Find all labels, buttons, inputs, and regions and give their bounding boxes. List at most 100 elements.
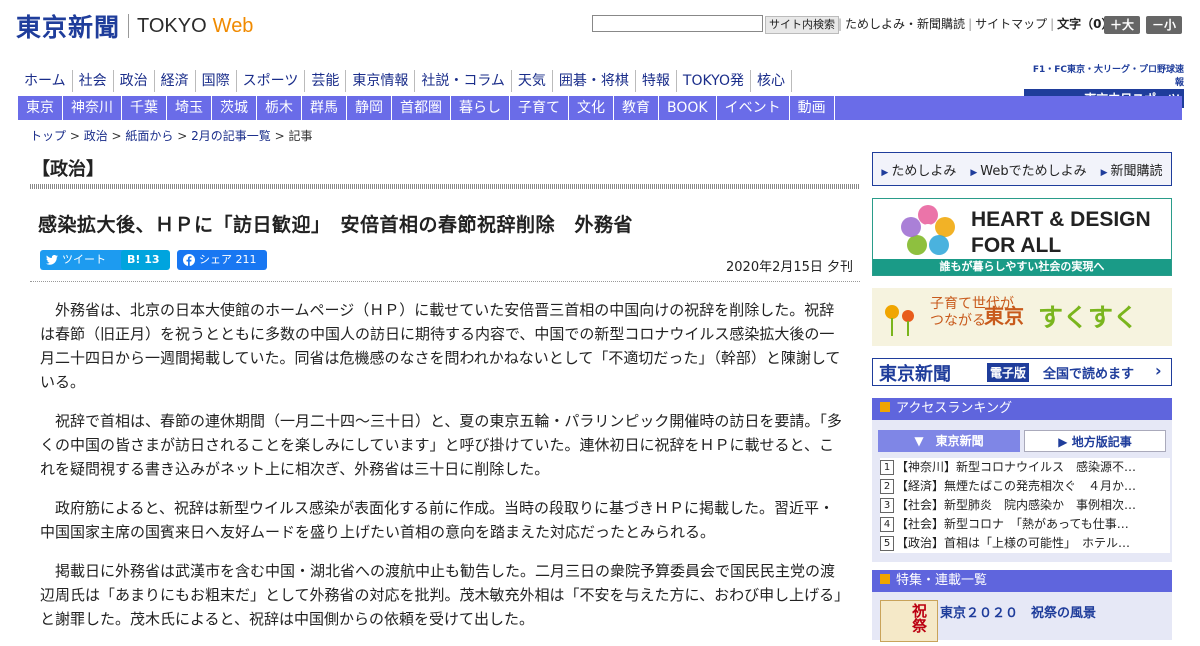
flower-logo-icon	[901, 205, 955, 255]
region-metro[interactable]: 首都圏	[392, 96, 451, 120]
heart-design-banner[interactable]: HEART & DESIGN FOR ALL 誰もが暮らしやすい社会の実現へ	[872, 198, 1172, 276]
nav-politics[interactable]: 政治	[112, 70, 154, 92]
heart-design-subtitle: 誰もが暮らしやすい社会の実現へ	[873, 259, 1171, 275]
digital-logo: 東京新聞	[879, 364, 951, 385]
feature-thumbnail[interactable]: 祝祭	[880, 600, 938, 642]
access-ranking: アクセスランキング ▼ 東京新聞 ▶ 地方版記事 1 【神奈川】新型コロナウイルス…	[872, 398, 1172, 562]
region-video[interactable]: 動画	[790, 96, 835, 120]
nav-core[interactable]: 核心	[749, 70, 792, 92]
nav-sports[interactable]: スポーツ	[235, 70, 305, 92]
logo-jp: 東京新聞	[16, 13, 121, 42]
subscribe-links: ▶ ためしよみ ▶ Webでためしよみ ▶ 新聞購読	[872, 152, 1172, 186]
region-saitama[interactable]: 埼玉	[167, 96, 212, 120]
region-event[interactable]: イベント	[717, 96, 790, 120]
link-trial-subscribe[interactable]: ためしよみ・新聞購読	[842, 17, 968, 31]
font-smaller-button[interactable]: －小	[1146, 16, 1182, 34]
region-ibaraki[interactable]: 茨城	[212, 96, 257, 120]
region-parenting[interactable]: 子育て	[510, 96, 569, 120]
section-divider	[30, 184, 860, 189]
ranking-item[interactable]: 2 【経済】無煙たばこの発売相次ぐ ４月か…	[880, 477, 1170, 496]
site-search-button[interactable]: サイト内検索	[765, 16, 839, 34]
digital-tagline: 全国で読めます	[1043, 367, 1135, 382]
site-header: 東京新聞 TOKYO Web サイト内検索 | ためしよみ・新聞購読 | サイトマップ…	[0, 0, 1200, 60]
sukusuku-banner[interactable]: 子育て世代が つながる 東京 すくすく	[872, 288, 1172, 346]
nav-society[interactable]: 社会	[71, 70, 113, 92]
region-culture[interactable]: 文化	[569, 96, 614, 120]
triangle-icon: ▶	[970, 167, 978, 178]
logo-web: Web	[212, 14, 254, 37]
link-sitemap[interactable]: サイトマップ	[972, 17, 1050, 31]
article-body: 外務省は、北京の日本大使館のホームページ（ＨＰ）に載せていた安倍晋三首相の中国向…	[40, 298, 845, 646]
article-date: 2020年2月15日 夕刊	[726, 260, 854, 275]
chunichi-tagline: F1・FC東京・大リーグ・プロ野球速報	[1032, 65, 1184, 88]
ranking-item[interactable]: 1 【神奈川】新型コロナウイルス 感染源不…	[880, 458, 1170, 477]
digital-badge: 電子版	[987, 363, 1030, 382]
triangle-icon: ▶	[881, 167, 889, 178]
article-paragraph: 祝辞で首相は、春節の連休期間（一月二十四～三十日）と、夏の東京五輪・パラリンピッ…	[40, 412, 842, 478]
crumb-top[interactable]: トップ	[30, 129, 66, 143]
sukusuku-title: すくすく	[1038, 303, 1139, 332]
ranking-list: 1 【神奈川】新型コロナウイルス 感染源不… 2 【経済】無煙たばこの発売相次ぐ ４…	[880, 458, 1170, 553]
nav-weather[interactable]: 天気	[510, 70, 552, 92]
link-web-trial[interactable]: ▶ Webでためしよみ	[963, 160, 1093, 179]
ranking-tab-tokyo[interactable]: ▼ 東京新聞	[878, 430, 1020, 452]
logo-en: TOKYO	[137, 14, 207, 37]
region-tokyo[interactable]: 東京	[18, 96, 63, 120]
nav-entertainment[interactable]: 芸能	[304, 70, 345, 92]
nav-special[interactable]: 特報	[634, 70, 676, 92]
region-gunma[interactable]: 群馬	[302, 96, 347, 120]
hatena-bookmark-button[interactable]: B! 13	[121, 250, 170, 270]
region-education[interactable]: 教育	[614, 96, 659, 120]
section-title: 【政治】	[32, 159, 104, 180]
nav-tokyo-info[interactable]: 東京情報	[345, 70, 414, 92]
region-chiba[interactable]: 千葉	[122, 96, 167, 120]
heart-design-title: HEART & DESIGN FOR ALL	[971, 208, 1151, 257]
tweet-label: ツイート	[62, 253, 106, 266]
triangle-icon: ▶	[1100, 167, 1108, 178]
font-larger-button[interactable]: ＋大	[1104, 16, 1140, 34]
breadcrumb: トップ > 政治 > 紙面から > 2月の記事一覧 > 記事	[30, 129, 313, 143]
region-tochigi[interactable]: 栃木	[257, 96, 302, 120]
ranking-header: アクセスランキング	[872, 398, 1172, 420]
ranking-item[interactable]: 3 【社会】新型肺炎 院内感染か 事例相次…	[880, 496, 1170, 515]
digital-edition-banner[interactable]: 東京新聞 電子版 全国で読めます ›	[872, 358, 1172, 386]
square-bullet-icon	[880, 574, 890, 584]
region-living[interactable]: 暮らし	[451, 96, 510, 120]
nav-tokyo-hatsu[interactable]: TOKYO発	[675, 70, 750, 92]
features-header: 特集・連載一覧	[872, 570, 1172, 592]
nav-economy[interactable]: 経済	[153, 70, 195, 92]
nav-go-shogi[interactable]: 囲碁・将棋	[551, 70, 635, 92]
hatena-b-icon: B!	[127, 253, 141, 266]
top-links: | ためしよみ・新聞購読 | サイトマップ | 文字（0）	[838, 16, 1117, 32]
region-kanagawa[interactable]: 神奈川	[63, 96, 122, 120]
ranking-item[interactable]: 5 【政治】首相は「上様の可能性」 ホテル…	[880, 534, 1170, 553]
main-nav: ホーム 社会 政治 経済 国際 スポーツ 芸能 東京情報 社説・コラム 天気 囲…	[18, 70, 792, 92]
facebook-share-label: シェア 211	[199, 253, 257, 266]
link-subscribe[interactable]: ▶ 新聞購読	[1094, 160, 1170, 179]
ranking-item[interactable]: 4 【社会】新型コロナ 「熱があっても仕事…	[880, 515, 1170, 534]
region-shizuoka[interactable]: 静岡	[347, 96, 392, 120]
nav-editorial[interactable]: 社説・コラム	[414, 70, 511, 92]
article-paragraph: 掲載日に外務省は武漢市を含む中国・湖北省への渡航中止も勧告した。二月三日の衆院予…	[40, 562, 842, 628]
crumb-month[interactable]: 2月の記事一覧	[191, 129, 271, 143]
twitter-icon	[46, 254, 58, 265]
crumb-paper[interactable]: 紙面から	[125, 129, 173, 143]
sukusuku-tokyo: 東京	[984, 304, 1024, 328]
ranking-tab-local[interactable]: ▶ 地方版記事	[1024, 430, 1166, 452]
feature-item-title[interactable]: 東京２０２０ 祝祭の風景	[940, 602, 1096, 621]
search-input[interactable]	[592, 15, 763, 32]
logo-divider	[128, 14, 130, 38]
square-bullet-icon	[880, 402, 890, 412]
region-nav: 東京 神奈川 千葉 埼玉 茨城 栃木 群馬 静岡 首都圏 暮らし 子育て 文化 …	[18, 96, 1182, 120]
facebook-share-button[interactable]: シェア 211	[177, 250, 267, 270]
region-book[interactable]: BOOK	[659, 96, 717, 120]
article-headline: 感染拡大後、ＨＰに「訪日歓迎」 安倍首相の春節祝辞削除 外務省	[38, 214, 634, 236]
crumb-politics[interactable]: 政治	[84, 129, 108, 143]
flower-icon	[885, 305, 914, 336]
link-trial[interactable]: ▶ ためしよみ	[874, 160, 963, 179]
nav-home[interactable]: ホーム	[18, 70, 72, 92]
hatena-count: 13	[144, 253, 160, 266]
site-logo[interactable]: 東京新聞 TOKYO Web	[16, 8, 253, 44]
feature-thumbnail-text: 祝祭	[910, 603, 928, 633]
nav-international[interactable]: 国際	[194, 70, 236, 92]
